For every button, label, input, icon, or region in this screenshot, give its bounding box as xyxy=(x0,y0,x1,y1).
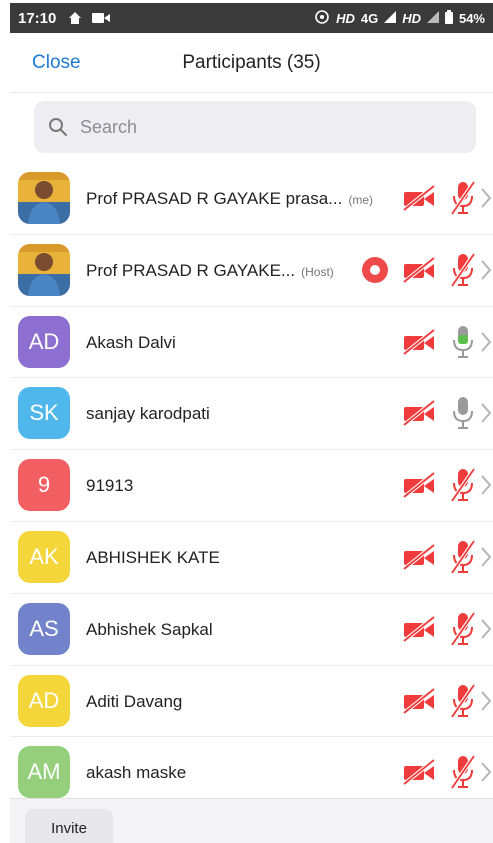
participant-row[interactable]: Prof PRASAD R GAYAKE... (Host) xyxy=(10,235,493,307)
participant-name: ABHISHEK KATE xyxy=(86,548,220,568)
avatar-initials: AK xyxy=(18,530,70,583)
participant-name: Abhishek Sapkal xyxy=(86,620,213,640)
participant-row[interactable]: AD Aditi Davang xyxy=(10,666,493,738)
participant-name: Aditi Davang xyxy=(86,692,182,712)
mic-muted-icon xyxy=(450,180,476,216)
mic-muted-icon xyxy=(450,683,476,719)
zoom-participants-screen: 17:10 HD 4G HD 54% Close Participants (3… xyxy=(0,0,493,843)
video-off-icon xyxy=(402,256,436,284)
chevron-right-icon[interactable] xyxy=(480,618,492,640)
video-off-icon xyxy=(402,758,436,786)
video-off-icon xyxy=(402,399,436,427)
participant-row[interactable]: Prof PRASAD R GAYAKE prasa... (me) xyxy=(10,163,493,235)
mic-muted-icon xyxy=(450,252,476,288)
footer-bar: Invite xyxy=(10,798,493,843)
avatar-initials: AD xyxy=(18,315,70,368)
participant-name-text: Aditi Davang xyxy=(86,691,183,711)
video-off-icon xyxy=(402,687,436,715)
chevron-right-icon[interactable] xyxy=(480,331,492,353)
participant-name: Prof PRASAD R GAYAKE prasa... (me) xyxy=(86,189,373,209)
search-icon xyxy=(48,117,68,137)
participant-name-text: Akash Dalvi xyxy=(86,332,176,352)
video-off-icon xyxy=(402,615,436,643)
search-box[interactable] xyxy=(34,101,476,153)
video-off-icon xyxy=(402,471,436,499)
invite-button[interactable]: Invite xyxy=(25,809,113,843)
chevron-right-icon[interactable] xyxy=(480,474,492,496)
participants-list: Prof PRASAD R GAYAKE prasa... (me) Prof PR… xyxy=(10,163,493,798)
participant-name-text: ABHISHEK KATE xyxy=(86,547,220,567)
network-label: 4G xyxy=(360,10,379,26)
participant-name-text: Prof PRASAD R GAYAKE prasa... xyxy=(86,189,343,208)
chevron-right-icon[interactable] xyxy=(480,546,492,568)
participant-name: akash maske xyxy=(86,763,186,783)
participant-row[interactable]: AK ABHISHEK KATE xyxy=(10,522,493,594)
hotspot-icon xyxy=(314,9,330,28)
chevron-right-icon[interactable] xyxy=(480,402,492,424)
chevron-right-icon[interactable] xyxy=(480,187,492,209)
video-notification-icon xyxy=(92,12,111,24)
participant-role-tag: (Host) xyxy=(301,264,334,279)
participant-name: 91913 xyxy=(86,476,133,496)
chevron-right-icon[interactable] xyxy=(480,259,492,281)
search-section xyxy=(10,93,493,163)
participant-row[interactable]: AS Abhishek Sapkal xyxy=(10,594,493,666)
video-off-icon xyxy=(402,184,436,212)
battery-percent: 54% xyxy=(458,10,485,26)
video-off-icon xyxy=(402,543,436,571)
avatar-photo xyxy=(18,243,70,296)
avatar-initials: AM xyxy=(18,746,70,798)
participant-row[interactable]: AM akash maske xyxy=(10,737,493,798)
hd-label-2: HD xyxy=(402,10,421,26)
avatar-initials: AS xyxy=(18,602,70,655)
signal-icon-1 xyxy=(384,10,397,26)
header-bar: Close Participants (35) xyxy=(10,33,493,93)
status-time: 17:10 xyxy=(18,9,57,27)
chevron-right-icon[interactable] xyxy=(480,690,492,712)
mic-muted-icon xyxy=(450,754,476,790)
battery-icon xyxy=(444,9,453,27)
status-right: HD 4G HD 54% xyxy=(314,9,485,28)
participant-row[interactable]: 9 91913 xyxy=(10,450,493,522)
avatar-initials: AD xyxy=(18,674,70,727)
hd-label-1: HD xyxy=(336,10,355,26)
avatar-initials: SK xyxy=(18,387,70,440)
participant-role-tag: (me) xyxy=(348,193,374,207)
participant-name-text: Prof PRASAD R GAYAKE... xyxy=(86,260,296,280)
recording-icon xyxy=(362,256,388,283)
signal-icon-2 xyxy=(426,10,439,26)
participant-name-text: Abhishek Sapkal xyxy=(86,619,213,639)
mic-muted-icon xyxy=(450,539,476,575)
participant-name-text: akash maske xyxy=(86,763,187,783)
home-notification-icon xyxy=(68,11,82,25)
participant-name-text: 91913 xyxy=(86,476,134,496)
mic-icon xyxy=(450,324,476,360)
avatar-photo xyxy=(18,172,70,224)
status-bar: 17:10 HD 4G HD 54% xyxy=(10,3,493,33)
chevron-right-icon[interactable] xyxy=(480,761,492,783)
mic-muted-icon xyxy=(450,611,476,647)
participant-name: Akash Dalvi xyxy=(86,333,176,353)
search-input[interactable] xyxy=(80,116,440,138)
participant-name: Prof PRASAD R GAYAKE... (Host) xyxy=(86,261,334,281)
mic-icon xyxy=(450,395,476,431)
video-off-icon xyxy=(402,328,436,356)
participant-name: sanjay karodpati xyxy=(86,404,210,424)
participant-row[interactable]: SK sanjay karodpati xyxy=(10,378,493,451)
participant-row[interactable]: AD Akash Dalvi xyxy=(10,307,493,379)
page-title: Participants (35) xyxy=(182,52,321,73)
participant-name-text: sanjay karodpati xyxy=(86,404,210,424)
mic-muted-icon xyxy=(450,467,476,503)
avatar-initials: 9 xyxy=(18,459,70,512)
